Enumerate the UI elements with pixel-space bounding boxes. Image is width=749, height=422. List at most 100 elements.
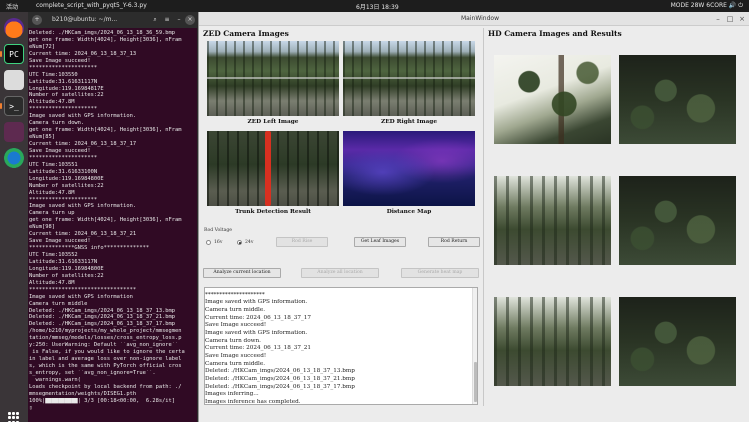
minimize-icon[interactable]: – [174, 15, 184, 25]
active-indicator [0, 103, 2, 109]
radio-16v[interactable] [206, 240, 211, 245]
terminal-line: in label and average loss over non-ignor… [29, 356, 182, 363]
section-divider [483, 28, 484, 406]
hd-image-2 [494, 176, 611, 265]
rod-return-button[interactable]: Rod Return [428, 237, 480, 247]
terminal-line: Current time: 2024_06_13_18_37_17 [29, 141, 137, 147]
terminal-line: Save Image succeed! [29, 147, 91, 154]
zed-left-caption: ZED Left Image [247, 119, 299, 125]
terminal-line: Current time: 2024_06_13_18_37_13 [29, 50, 137, 57]
pycharm-icon[interactable]: PC [4, 44, 24, 64]
radio-16v-label: 16v [214, 240, 223, 245]
analyze-all-location-button[interactable]: Analyze all location [301, 268, 379, 278]
zed-section-title: ZED Camera Images [203, 29, 289, 38]
terminal-line: Image saved with GPS information [29, 293, 133, 300]
activities-label[interactable]: 活动 [6, 2, 18, 11]
terminal-line: Save Image succeed! [29, 238, 91, 245]
log-line: Deleted: ./HKCam_imgs/2024_06_13_18_37_1… [205, 383, 355, 390]
terminal-titlebar: b210@ubuntu: ~/m... + ⌕ ≡ – × [28, 12, 197, 28]
terminal-line: Deleted: ./HKCam_imgs/2024_06_13_18_37_1… [29, 321, 176, 328]
log-scrollbar-thumb[interactable] [474, 362, 477, 402]
new-tab-icon[interactable]: + [32, 15, 42, 25]
radio-24v-label: 24v [245, 240, 254, 245]
terminal-line: 100%|██████████| 3/3 [00:18<00:00, 6.28s… [29, 397, 176, 404]
show-apps-icon[interactable] [8, 412, 20, 422]
log-line: Deleted: ./HKCam_imgs/2024_06_13_18_37_2… [205, 375, 355, 382]
log-output[interactable]: Altitude: 47.8M ********************* Imag… [204, 287, 478, 405]
terminal-line: y:250: UserWarning: Default ``avg_non_ig… [29, 342, 179, 349]
clock[interactable]: 6月13日 18:39 [356, 2, 399, 11]
terminal-line: Altitude:47.8M [29, 99, 75, 106]
terminal-line: ********************* [29, 106, 98, 113]
terminal-line: Latitude:31.61633117N [29, 258, 98, 265]
log-line: Images inference has completed. [205, 398, 301, 405]
log-line: Deleted: ./HKCam_imgs/2024_06_13_18_37_1… [205, 368, 355, 375]
pycharm-tab-title: complete_script_with_pyqt5_Y-6.3.py [36, 2, 147, 9]
active-indicator [0, 51, 2, 57]
log-line: Camera turn middle. [205, 360, 266, 367]
files-icon[interactable] [4, 70, 24, 90]
log-lines: Altitude: 47.8M ********************* Imag… [205, 288, 355, 405]
hd-result-3 [619, 297, 736, 386]
menu-icon[interactable]: ≡ [162, 15, 172, 25]
terminal-line: warnings.warn( [29, 376, 81, 383]
terminal-line: Deleted: ./HKCam_imgs/2024_06_13_18_36_5… [29, 30, 176, 36]
terminal-icon[interactable]: >_ [4, 96, 24, 116]
terminal-line: Number of satellites:22 [29, 272, 104, 279]
hd-image-1 [494, 55, 611, 144]
terminal-line: **************GNSS info************** [29, 245, 150, 252]
zed-left-image [207, 41, 339, 116]
hd-result-1 [619, 55, 736, 144]
search-icon[interactable]: ⌕ [150, 15, 160, 25]
log-line: Images inferring... [205, 391, 259, 398]
terminal-line: eNum[72] [29, 43, 55, 50]
terminal-line: Number of satellites:22 [29, 182, 104, 189]
terminal-line: get one frame: Width[4024], Height[3036]… [29, 36, 182, 43]
log-line: Image saved with GPS information. [205, 329, 308, 336]
radio-24v[interactable] [237, 240, 242, 245]
terminal-line: Image saved with GPS information. [29, 203, 137, 210]
log-scrollbar[interactable] [472, 288, 477, 404]
browser-icon[interactable] [4, 148, 24, 168]
zed-right-caption: ZED Right Image [380, 119, 438, 125]
terminal-line: Camera turn down. [29, 120, 85, 127]
log-line: Save Image succeed! [205, 352, 267, 359]
status-area[interactable]: MODE 28W 6CORE 🔊 ⏻ [671, 2, 743, 10]
minimize-icon[interactable]: – [713, 14, 723, 24]
dock: PC >_ [0, 12, 28, 422]
hd-section-title: HD Camera Images and Results [488, 29, 622, 38]
terminal-line: UTC Time:103552 [29, 252, 78, 258]
log-line: Current time: 2024_06_13_18_37_17 [205, 314, 312, 321]
terminal-line: Save Image succeed! [29, 57, 91, 64]
hd-image-3 [494, 297, 611, 386]
log-line: ********************* [205, 291, 265, 298]
terminal-window[interactable]: b210@ubuntu: ~/m... + ⌕ ≡ – × Deleted: .… [28, 12, 197, 422]
terminal-line: UTC Time:103550 [29, 71, 78, 78]
zed-right-image [343, 41, 475, 116]
system-top-bar: 活动 complete_script_with_pyqt5_Y-6.3.py 6… [0, 0, 749, 12]
maximize-icon[interactable]: □ [725, 14, 735, 24]
terminal-line: Altitude:47.8M [29, 279, 75, 286]
log-line: Save Image succeed! [205, 322, 267, 329]
terminal-output[interactable]: Deleted: ./HKCam_imgs/2024_06_13_18_36_5… [28, 28, 197, 422]
terminal-line: is False, if you would like to ignore th… [29, 349, 185, 356]
terminal-line: Deleted: ./HKCam_imgs/2024_06_13_18_37_2… [29, 314, 176, 321]
terminal-line: eNum[85] [29, 134, 55, 141]
terminal-line: Number of satellites:22 [29, 92, 104, 99]
analyze-current-location-button[interactable]: Analyze current location [203, 268, 281, 278]
rod-rise-button[interactable]: Rod Rise [276, 237, 328, 247]
firefox-icon[interactable] [4, 18, 24, 38]
hd-result-2 [619, 176, 736, 265]
generate-heat-map-button[interactable]: Generate heat map [401, 268, 479, 278]
close-icon[interactable]: × [737, 14, 747, 24]
terminal-line: ▯ [29, 404, 33, 411]
rod-voltage-label: Rod Voltage [204, 228, 232, 233]
terminal-title: b210@ubuntu: ~/m... [52, 16, 118, 23]
distance-caption: Distance Map [386, 209, 432, 215]
terminal-line: Image saved with GPS information. [29, 113, 137, 120]
trunk-caption: Trunk Detection Result [235, 209, 311, 215]
get-leaf-images-button[interactable]: Get Leaf Images [354, 237, 406, 247]
close-icon[interactable]: × [185, 15, 195, 25]
terminal-line: Longitude:119.16984800E [29, 265, 104, 272]
app-icon[interactable] [4, 122, 24, 142]
